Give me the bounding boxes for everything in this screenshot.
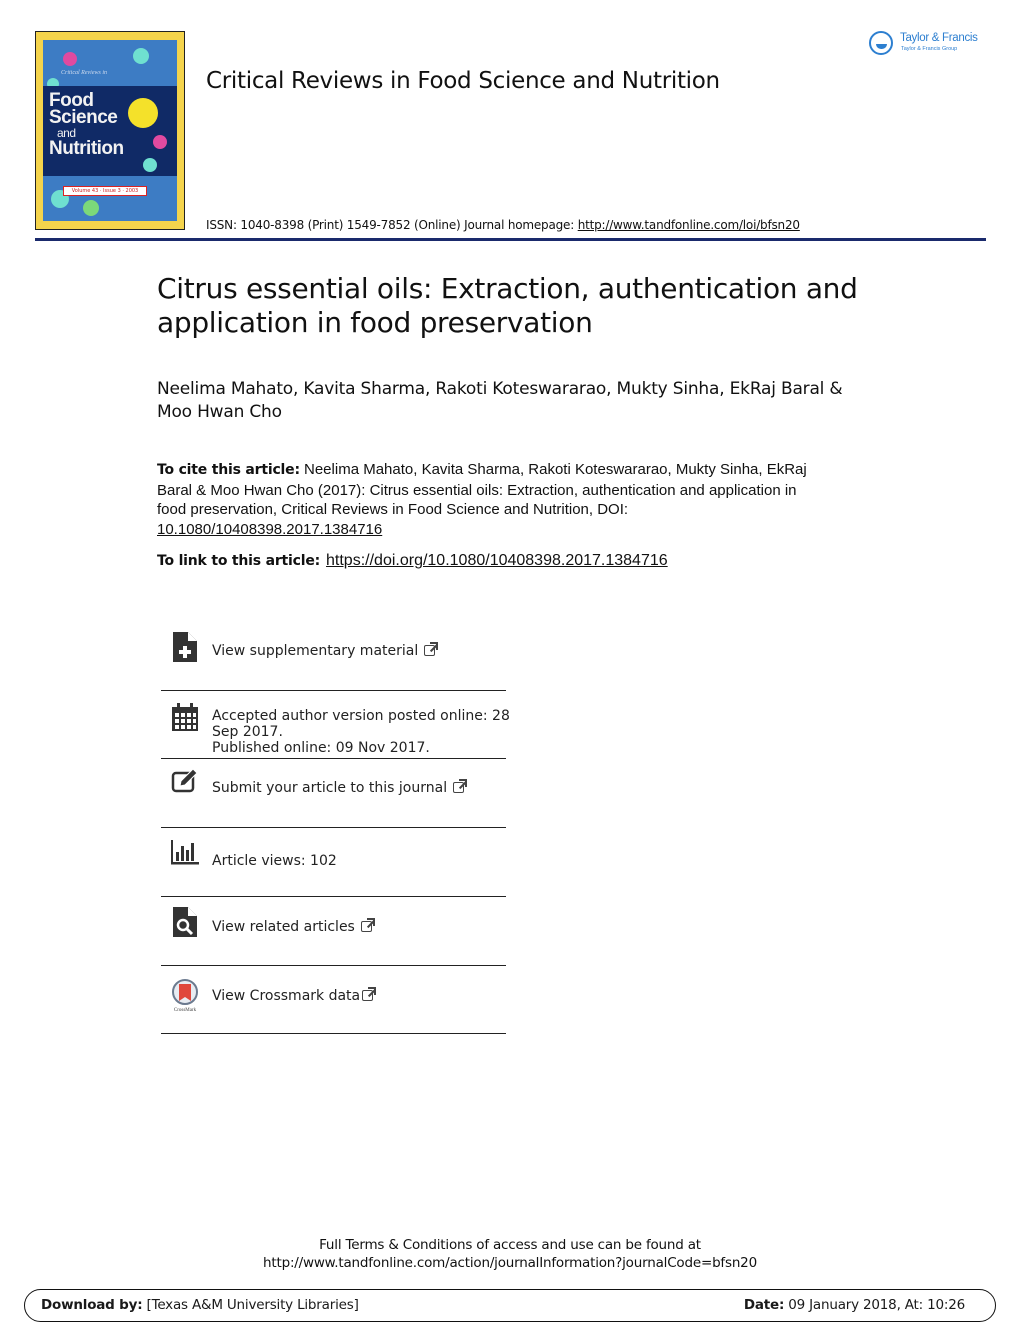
link-label: To link to this article: xyxy=(157,553,321,569)
article-views: Article views: 102 xyxy=(161,828,506,897)
download-date: Date: 09 January 2018, At: 10:26 xyxy=(743,1297,965,1313)
external-link-icon xyxy=(453,779,468,793)
journal-homepage-link[interactable]: http://www.tandfonline.com/loi/bfsn20 xyxy=(578,218,800,232)
cover-molecule xyxy=(133,48,149,64)
journal-cover-image: Critical Reviews in Food Science and Nut… xyxy=(35,31,185,230)
cite-doi-link[interactable]: 10.1080/10408398.2017.1384716 xyxy=(157,521,382,538)
terms-text: Full Terms & Conditions of access and us… xyxy=(319,1237,701,1253)
article-doi-link[interactable]: https://doi.org/10.1080/10408398.2017.13… xyxy=(326,552,668,569)
edit-icon xyxy=(171,768,198,793)
article-views-count: Article views: 102 xyxy=(212,853,337,869)
article-authors: Neelima Mahato, Kavita Sharma, Rakoti Ko… xyxy=(157,379,843,422)
cite-label: To cite this article: xyxy=(157,462,300,478)
terms-link[interactable]: http://www.tandfonline.com/action/journa… xyxy=(0,1254,1020,1272)
view-supplementary-material-link[interactable]: View supplementary material xyxy=(161,622,506,691)
cover-molecule xyxy=(153,135,167,149)
action-label: View related articles xyxy=(212,918,375,935)
supplementary-file-icon xyxy=(173,632,197,662)
cover-molecule xyxy=(143,158,157,172)
external-link-icon xyxy=(360,918,375,932)
cover-molecule xyxy=(83,200,99,216)
cover-artwork: Critical Reviews in Food Science and Nut… xyxy=(43,40,177,221)
action-label: Accepted author version posted online: 2… xyxy=(212,708,510,756)
publisher-logo[interactable]: Taylor & Francis Taylor & Francis Group xyxy=(869,31,989,59)
view-related-articles-link[interactable]: View related articles xyxy=(161,897,506,966)
cover-title-line: Nutrition xyxy=(49,138,124,159)
cover-molecule xyxy=(128,98,158,128)
action-label: View Crossmark data xyxy=(212,987,377,1004)
cover-molecule xyxy=(63,52,77,66)
view-crossmark-data-link[interactable]: CrossMark View Crossmark data xyxy=(161,966,506,1034)
crossmark-icon: CrossMark xyxy=(172,979,198,1013)
cover-title-line: Science xyxy=(49,107,118,128)
submit-article-link[interactable]: Submit your article to this journal xyxy=(161,759,506,828)
publication-dates: Accepted author version posted online: 2… xyxy=(161,691,510,759)
download-info-box: Download by: [Texas A&M University Libra… xyxy=(24,1289,996,1322)
svg-text:CrossMark: CrossMark xyxy=(174,1008,197,1013)
lamp-icon xyxy=(869,31,893,55)
citation-block: To cite this article: Neelima Mahato, Ka… xyxy=(157,460,817,539)
publisher-name: Taylor & Francis xyxy=(900,32,978,44)
issn-text: ISSN: 1040-8398 (Print) 1549-7852 (Onlin… xyxy=(206,218,578,232)
article-link-line: To link to this article: https://doi.org/… xyxy=(157,551,668,570)
article-actions-list: View supplementary material Accepted aut… xyxy=(161,622,510,1034)
terms-notice: Full Terms & Conditions of access and us… xyxy=(0,1236,1020,1272)
calendar-icon xyxy=(172,703,198,731)
action-label: Submit your article to this journal xyxy=(212,779,468,796)
issn-line: ISSN: 1040-8398 (Print) 1549-7852 (Onlin… xyxy=(206,218,800,232)
cover-title: Food Science and Nutrition xyxy=(49,91,124,159)
header-divider xyxy=(35,238,986,241)
external-link-icon xyxy=(362,987,377,1001)
external-link-icon xyxy=(424,642,439,656)
search-document-icon xyxy=(173,907,197,937)
action-label: View supplementary material xyxy=(212,642,439,659)
cover-series: Critical Reviews in xyxy=(61,70,107,76)
publisher-group: Taylor & Francis Group xyxy=(901,46,958,52)
article-title: Citrus essential oils: Extraction, authe… xyxy=(157,272,858,339)
journal-title: Critical Reviews in Food Science and Nut… xyxy=(206,68,720,94)
downloaded-by: Download by: [Texas A&M University Libra… xyxy=(41,1297,359,1313)
bar-chart-icon xyxy=(171,840,199,865)
cover-volume-strip: Volume 43 · Issue 3 · 2003 xyxy=(63,186,147,196)
